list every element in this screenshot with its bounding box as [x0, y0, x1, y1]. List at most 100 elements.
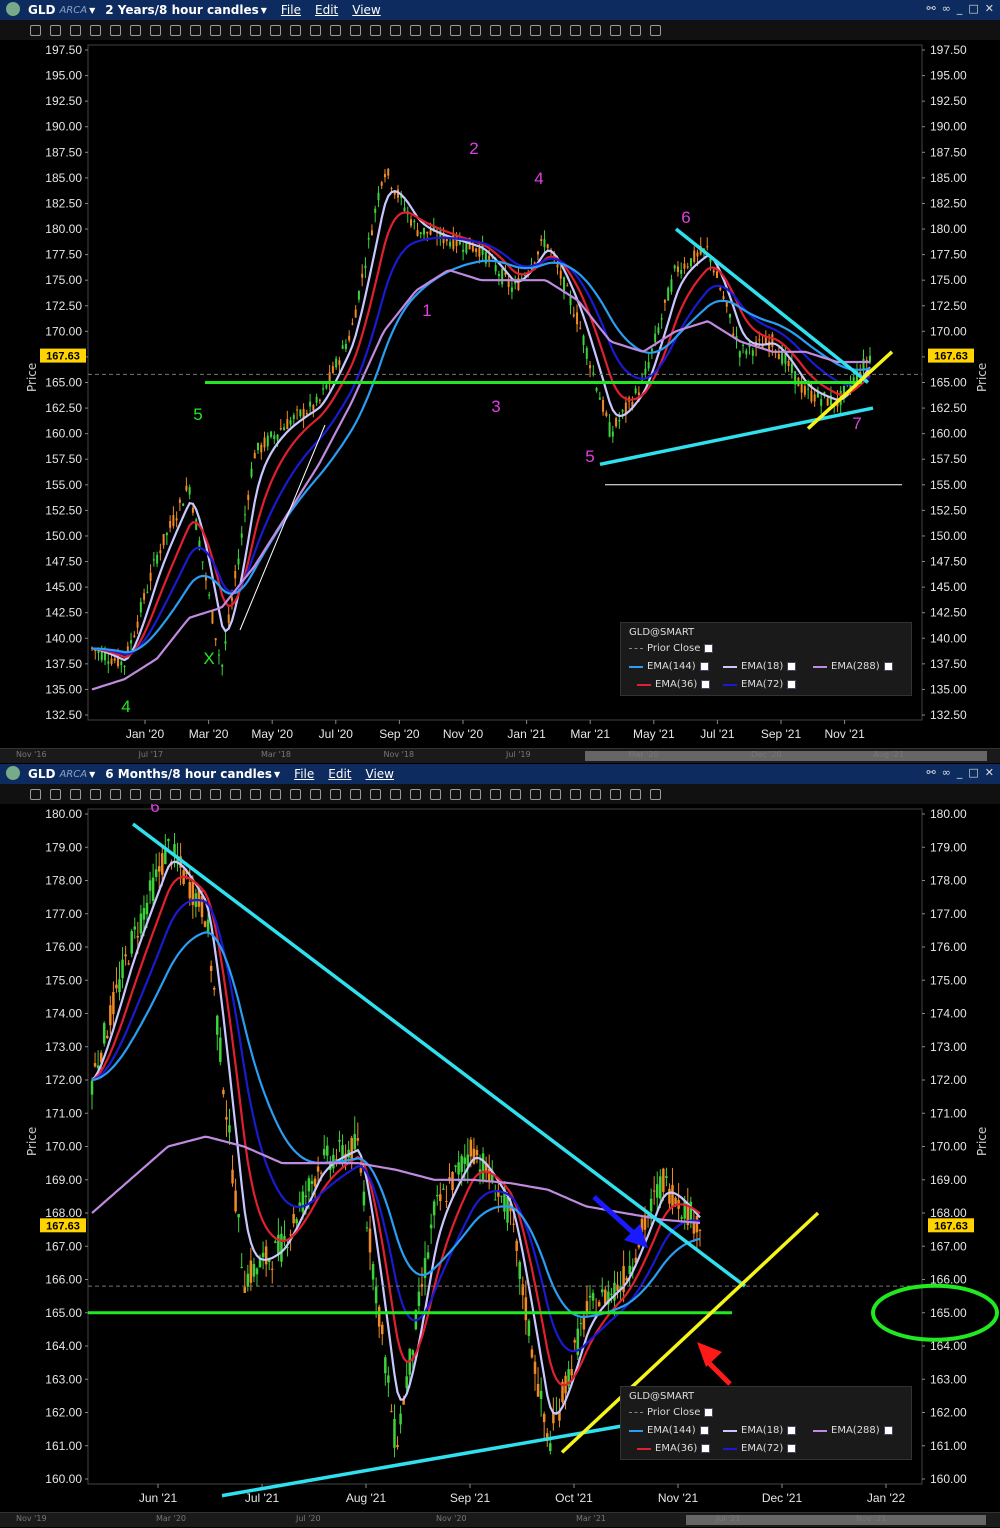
toolbar-tool-icon[interactable] [650, 24, 661, 36]
toolbar-tool-icon[interactable] [430, 24, 441, 36]
toolbar-tool-icon[interactable] [630, 788, 641, 800]
toolbar-tool-icon[interactable] [590, 788, 601, 800]
checkbox-icon[interactable] [699, 1426, 709, 1435]
chart-settings-icon[interactable] [6, 2, 20, 16]
toolbar-tool-icon[interactable] [50, 24, 61, 36]
toolbar-tool-icon[interactable] [450, 24, 461, 36]
legend-ema144[interactable]: EMA(144) [629, 1425, 709, 1436]
toolbar-tool-icon[interactable] [230, 788, 241, 800]
maximize-icon[interactable]: □ [968, 2, 978, 15]
toolbar-tool-icon[interactable] [530, 24, 541, 36]
time-scrollbar[interactable]: Nov '16 Jul '17 Mar '18 Nov '18 Jul '19 Mar '… [0, 748, 1000, 763]
legend-ema36[interactable]: EMA(36) [637, 1443, 711, 1454]
toolbar-tool-icon[interactable] [30, 24, 41, 36]
toolbar-tool-icon[interactable] [610, 788, 621, 800]
checkbox-icon[interactable] [787, 1426, 797, 1435]
toolbar-tool-icon[interactable] [190, 24, 201, 36]
chevron-down-icon[interactable]: ▼ [89, 770, 95, 779]
toolbar-tool-icon[interactable] [330, 788, 341, 800]
menu-view[interactable]: View [352, 3, 380, 17]
toolbar-tool-icon[interactable] [550, 24, 561, 36]
glasses-icon[interactable]: ∞ [942, 2, 951, 15]
toolbar-tool-icon[interactable] [410, 788, 421, 800]
toolbar-tool-icon[interactable] [630, 24, 641, 36]
close-icon[interactable]: ✕ [985, 2, 994, 15]
checkbox-icon[interactable] [701, 680, 711, 689]
toolbar-tool-icon[interactable] [410, 24, 421, 36]
link-icon[interactable]: ⚯ [926, 766, 935, 779]
legend-ema18[interactable]: EMA(18) [723, 661, 797, 672]
toolbar-tool-icon[interactable] [570, 788, 581, 800]
toolbar-tool-icon[interactable] [130, 24, 141, 36]
legend-ema144[interactable]: EMA(144) [629, 661, 709, 672]
timeframe-selector[interactable]: 2 Years/8 hour candles [105, 3, 259, 17]
checkbox-icon[interactable] [883, 1426, 893, 1435]
legend-prior-close[interactable]: Prior Close [629, 1407, 714, 1418]
toolbar-tool-icon[interactable] [270, 24, 281, 36]
toolbar-tool-icon[interactable] [350, 24, 361, 36]
legend-ema288[interactable]: EMA(288) [813, 661, 893, 672]
checkbox-icon[interactable] [701, 1444, 711, 1453]
menu-view[interactable]: View [366, 767, 394, 781]
toolbar-tool-icon[interactable] [90, 24, 101, 36]
toolbar-tool-icon[interactable] [250, 788, 261, 800]
toolbar-tool-icon[interactable] [310, 788, 321, 800]
legend-ema288[interactable]: EMA(288) [813, 1425, 893, 1436]
chevron-down-icon[interactable]: ▼ [261, 6, 267, 15]
checkbox-icon[interactable] [699, 662, 709, 671]
toolbar-tool-icon[interactable] [490, 788, 501, 800]
legend-ema72[interactable]: EMA(72) [723, 679, 797, 690]
menu-file[interactable]: File [294, 767, 314, 781]
checkbox-icon[interactable] [883, 662, 893, 671]
toolbar-tool-icon[interactable] [50, 788, 61, 800]
toolbar-tool-icon[interactable] [290, 24, 301, 36]
toolbar-tool-icon[interactable] [530, 788, 541, 800]
menu-edit[interactable]: Edit [328, 767, 351, 781]
chevron-down-icon[interactable]: ▼ [274, 770, 280, 779]
toolbar-tool-icon[interactable] [390, 788, 401, 800]
toolbar-tool-icon[interactable] [330, 24, 341, 36]
legend-ema18[interactable]: EMA(18) [723, 1425, 797, 1436]
checkbox-icon[interactable] [704, 644, 714, 653]
toolbar-tool-icon[interactable] [290, 788, 301, 800]
toolbar-tool-icon[interactable] [30, 788, 41, 800]
toolbar-tool-icon[interactable] [170, 788, 181, 800]
toolbar-tool-icon[interactable] [230, 24, 241, 36]
checkbox-icon[interactable] [704, 1408, 714, 1417]
toolbar-tool-icon[interactable] [350, 788, 361, 800]
toolbar-tool-icon[interactable] [70, 788, 81, 800]
timeframe-selector[interactable]: 6 Months/8 hour candles [105, 767, 272, 781]
toolbar-tool-icon[interactable] [130, 788, 141, 800]
toolbar-tool-icon[interactable] [550, 788, 561, 800]
toolbar-tool-icon[interactable] [470, 788, 481, 800]
toolbar-tool-icon[interactable] [190, 788, 201, 800]
minimize-icon[interactable]: _ [957, 2, 963, 15]
legend-box[interactable]: GLD@SMART Prior Close EMA(144) EMA(18) E… [620, 622, 912, 696]
toolbar-tool-icon[interactable] [170, 24, 181, 36]
toolbar-tool-icon[interactable] [150, 788, 161, 800]
toolbar-tool-icon[interactable] [390, 24, 401, 36]
toolbar-tool-icon[interactable] [610, 24, 621, 36]
toolbar-tool-icon[interactable] [650, 788, 661, 800]
toolbar-tool-icon[interactable] [70, 24, 81, 36]
toolbar-tool-icon[interactable] [370, 788, 381, 800]
toolbar-tool-icon[interactable] [150, 24, 161, 36]
toolbar-tool-icon[interactable] [370, 24, 381, 36]
link-icon[interactable]: ⚯ [926, 2, 935, 15]
toolbar-tool-icon[interactable] [310, 24, 321, 36]
toolbar-tool-icon[interactable] [450, 788, 461, 800]
toolbar-tool-icon[interactable] [90, 788, 101, 800]
minimize-icon[interactable]: _ [957, 766, 963, 779]
toolbar-tool-icon[interactable] [110, 788, 121, 800]
menu-file[interactable]: File [281, 3, 301, 17]
checkbox-icon[interactable] [787, 662, 797, 671]
legend-prior-close[interactable]: Prior Close [629, 643, 714, 654]
toolbar-tool-icon[interactable] [510, 788, 521, 800]
toolbar-tool-icon[interactable] [570, 24, 581, 36]
checkbox-icon[interactable] [787, 1444, 797, 1453]
toolbar-tool-icon[interactable] [430, 788, 441, 800]
toolbar-tool-icon[interactable] [590, 24, 601, 36]
toolbar-tool-icon[interactable] [250, 24, 261, 36]
chart-settings-icon[interactable] [6, 766, 20, 780]
toolbar-tool-icon[interactable] [510, 24, 521, 36]
